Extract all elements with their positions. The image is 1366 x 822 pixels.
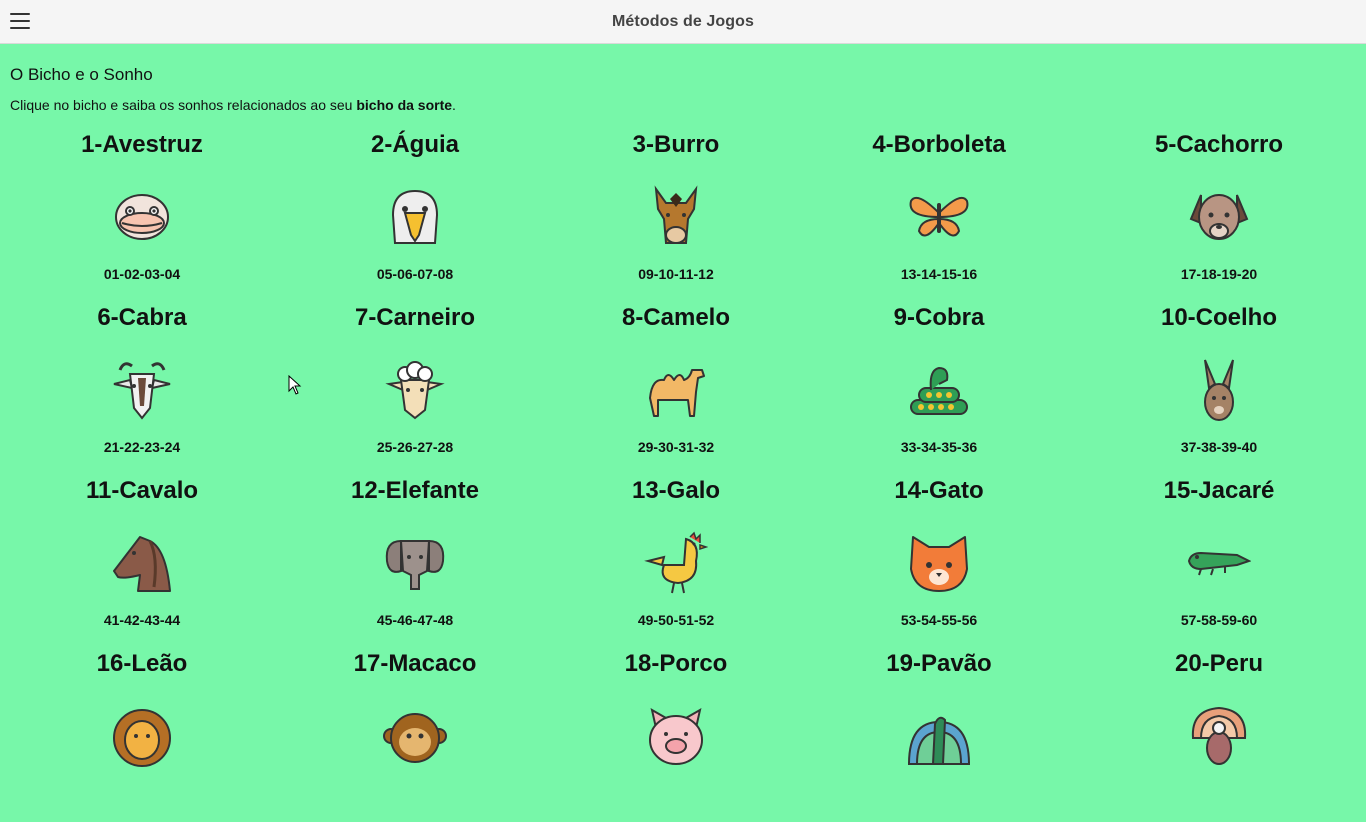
animal-name: 12-Elefante (350, 477, 480, 504)
animal-name: 14-Gato (894, 477, 984, 504)
animal-numbers: 33-34-35-36 (900, 439, 978, 455)
animal-name: 18-Porco (624, 650, 728, 677)
animal-name: 7-Carneiro (354, 304, 476, 331)
animal-numbers: 09-10-11-12 (638, 266, 714, 282)
turkey-icon (1191, 706, 1247, 765)
animal-card[interactable]: 4-Borboleta 13-14-15-16 (809, 130, 1069, 303)
menu-icon[interactable] (10, 13, 30, 29)
ostrich-icon (115, 194, 169, 240)
animal-name: 20-Peru (1174, 650, 1264, 677)
pig-icon (649, 708, 703, 765)
animal-card[interactable]: 6-Cabra 21-22-23-24 (12, 303, 272, 476)
peacock-icon (907, 716, 971, 765)
animal-name: 6-Cabra (97, 304, 187, 331)
animal-numbers: 37-38-39-40 (1180, 439, 1258, 455)
monkey-icon (383, 713, 447, 763)
rabbit-icon (1204, 359, 1234, 421)
section-title: O Bicho e o Sonho (10, 65, 153, 84)
goat-icon (113, 362, 171, 420)
sheep-icon (385, 361, 445, 420)
animal-card[interactable]: 1-Avestruz 01-02-03-04 (12, 130, 272, 303)
animal-card[interactable]: 17-Macaco (285, 649, 545, 822)
animal-numbers: 45-46-47-48 (376, 612, 454, 628)
animal-card[interactable]: 5-Cachorro 17-18-19-20 (1089, 130, 1349, 303)
intro-bold: bicho da sorte (356, 97, 453, 113)
animal-name: 4-Borboleta (872, 131, 1006, 158)
animal-card[interactable]: 11-Cavalo 41-42-43-44 (12, 476, 272, 649)
animal-name: 15-Jacaré (1163, 477, 1275, 504)
donkey-icon (654, 185, 698, 244)
animal-card[interactable]: 2-Águia 05-06-07-08 (285, 130, 545, 303)
animal-name: 1-Avestruz (81, 131, 203, 158)
animal-numbers: 05-06-07-08 (376, 266, 454, 282)
animal-name: 13-Galo (631, 477, 721, 504)
animal-card[interactable]: 20-Peru (1089, 649, 1349, 822)
mouse-cursor-icon (288, 375, 302, 395)
horse-icon (113, 536, 171, 592)
cat-icon (910, 536, 968, 592)
snake-icon (910, 366, 968, 415)
animal-card[interactable]: 9-Cobra 33-34-35-36 (809, 303, 1069, 476)
animal-name: 2-Águia (370, 131, 459, 158)
animal-numbers: 41-42-43-44 (103, 612, 181, 628)
eagle-icon (391, 189, 439, 244)
animal-name: 11-Cavalo (85, 477, 199, 504)
animal-name: 9-Cobra (893, 304, 985, 331)
animal-name: 3-Burro (632, 131, 720, 158)
animal-name: 17-Macaco (353, 650, 477, 677)
animal-card[interactable]: 15-Jacaré 57-58-59-60 (1089, 476, 1349, 649)
animal-name: 10-Coelho (1160, 304, 1277, 331)
lion-icon (113, 709, 171, 767)
animal-card[interactable]: 3-Burro 09-10-11-12 (546, 130, 806, 303)
animal-numbers: 49-50-51-52 (637, 612, 715, 628)
butterfly-icon (909, 197, 969, 237)
app-title: Métodos de Jogos (611, 12, 755, 30)
rooster-icon (644, 531, 708, 594)
intro-suffix: . (452, 97, 456, 113)
animal-card[interactable]: 10-Coelho 37-38-39-40 (1089, 303, 1349, 476)
animal-numbers: 17-18-19-20 (1180, 266, 1258, 282)
animal-numbers: 57-58-59-60 (1180, 612, 1258, 628)
animal-name: 5-Cachorro (1154, 131, 1284, 158)
animal-card[interactable]: 8-Camelo 29-30-31-32 (546, 303, 806, 476)
elephant-icon (385, 539, 445, 590)
animal-name: 8-Camelo (621, 304, 731, 331)
dog-icon (1189, 194, 1249, 240)
intro-prefix: Clique no bicho e saiba os sonhos relaci… (10, 97, 357, 113)
alligator-icon (1187, 551, 1251, 576)
animal-numbers: 53-54-55-56 (900, 612, 978, 628)
animal-card[interactable]: 14-Gato 53-54-55-56 (809, 476, 1069, 649)
animal-card[interactable]: 12-Elefante 45-46-47-48 (285, 476, 545, 649)
animal-card[interactable]: 18-Porco (546, 649, 806, 822)
intro-text: Clique no bicho e saiba os sonhos relaci… (10, 97, 456, 113)
animal-card[interactable]: 16-Leão (12, 649, 272, 822)
animal-card[interactable]: 13-Galo 49-50-51-52 (546, 476, 806, 649)
camel-icon (649, 369, 705, 417)
app-bar: Métodos de Jogos (0, 0, 1366, 44)
animal-numbers: 13-14-15-16 (900, 266, 978, 282)
animal-name: 16-Leão (96, 650, 188, 677)
animal-numbers: 01-02-03-04 (103, 266, 181, 282)
animal-card[interactable]: 7-Carneiro 25-26-27-28 (285, 303, 545, 476)
animal-card[interactable]: 19-Pavão (809, 649, 1069, 822)
animal-name: 19-Pavão (886, 650, 992, 677)
animal-numbers: 29-30-31-32 (637, 439, 715, 455)
animal-numbers: 25-26-27-28 (376, 439, 454, 455)
animal-numbers: 21-22-23-24 (103, 439, 181, 455)
